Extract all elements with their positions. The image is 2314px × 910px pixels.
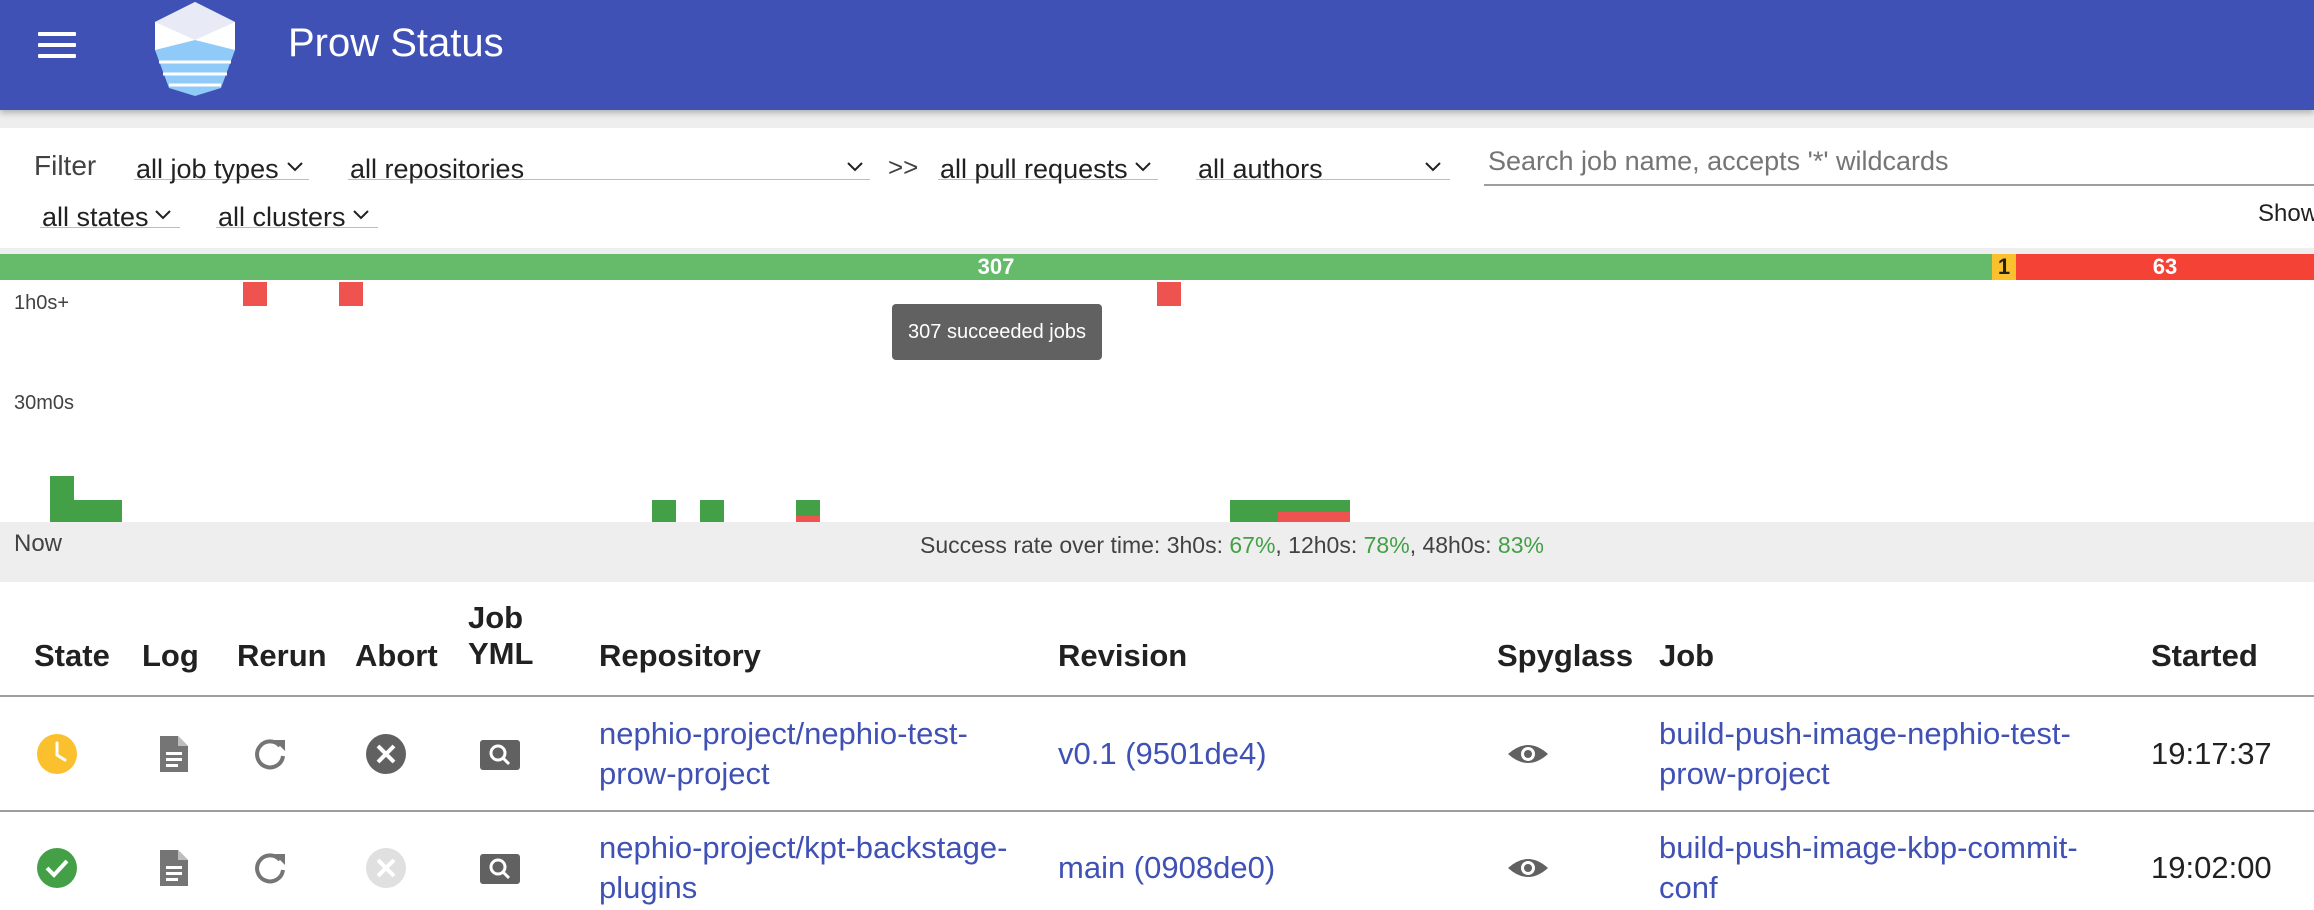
prow-logo	[155, 2, 235, 96]
state-select-value: all states	[42, 202, 149, 232]
job-search-input[interactable]	[1484, 138, 2314, 186]
started-time: 19:17:37	[2151, 736, 2272, 771]
histogram-bar[interactable]	[74, 500, 122, 522]
summary-pending[interactable]: 1	[1992, 254, 2016, 280]
histogram-bar[interactable]	[1157, 282, 1181, 306]
chevron-down-icon	[1425, 162, 1441, 172]
histogram-bar[interactable]	[50, 476, 74, 522]
repository-link[interactable]: nephio-project/kpt-backstage- plugins	[599, 828, 1007, 908]
column-header-abort: Abort	[355, 638, 438, 673]
repository-select-value: all repositories	[350, 154, 525, 184]
job-name-link[interactable]: build-push-image-kbp-commit- conf	[1659, 828, 2078, 908]
column-header-job[interactable]: Job	[1659, 638, 1714, 674]
histogram-bar[interactable]	[243, 282, 267, 306]
column-header-started[interactable]: Started	[2151, 638, 2258, 674]
spyglass-eye-icon[interactable]	[1506, 732, 1550, 776]
cluster-select[interactable]: all clusters	[216, 184, 378, 232]
success-rate-48h: 83%	[1497, 532, 1544, 558]
job-duration-histogram: 1h0s+ 30m0s 307 succeeded jobs	[0, 280, 2314, 522]
table-header-divider	[0, 695, 2314, 697]
chevron-down-icon	[1135, 162, 1151, 172]
histogram-bar[interactable]	[652, 500, 676, 522]
histogram-now-label: Now	[14, 530, 63, 557]
y-axis-mid-label: 30m0s	[14, 392, 75, 414]
job-type-select-value: all job types	[136, 154, 279, 184]
success-rate-prefix: Success rate over time: 3h0s:	[920, 532, 1230, 558]
page-title: Prow Status	[288, 21, 504, 65]
column-header-state[interactable]: State	[34, 638, 110, 674]
filter-label: Filter	[34, 150, 97, 181]
job-yml-search-icon[interactable]	[478, 846, 522, 890]
column-header-spyglass: Spyglass	[1497, 638, 1634, 673]
rerun-icon[interactable]	[248, 846, 292, 890]
revision-link[interactable]: v0.1 (9501de4)	[1058, 734, 1267, 774]
chevron-down-icon	[287, 162, 303, 172]
histogram-bar[interactable]	[339, 282, 363, 306]
show-toggle-label[interactable]: Show	[2258, 200, 2314, 228]
job-summary-bar: 307 1 63	[0, 254, 2314, 280]
job-name-link[interactable]: build-push-image-nephio-test- prow-proje…	[1659, 714, 2071, 794]
abort-icon[interactable]	[364, 732, 408, 776]
pull-request-select[interactable]: all pull requests	[938, 136, 1158, 184]
chevron-down-icon	[847, 162, 863, 172]
revision-link[interactable]: main (0908de0)	[1058, 848, 1275, 888]
log-document-icon[interactable]	[152, 732, 196, 776]
repository-link[interactable]: nephio-project/nephio-test- prow-project	[599, 714, 968, 794]
filter-separator: >>	[888, 152, 919, 182]
success-rate-sep-12h: , 12h0s:	[1275, 532, 1364, 558]
log-document-icon[interactable]	[152, 846, 196, 890]
job-yml-search-icon[interactable]	[478, 732, 522, 776]
chevron-down-icon	[353, 210, 369, 220]
menu-icon[interactable]	[38, 30, 78, 60]
cluster-select-value: all clusters	[218, 202, 346, 232]
histogram-tooltip: 307 succeeded jobs	[892, 304, 1102, 360]
rerun-icon[interactable]	[248, 732, 292, 776]
histogram-bar[interactable]	[700, 500, 724, 522]
column-header-revision[interactable]: Revision	[1058, 638, 1187, 674]
state-select[interactable]: all states	[40, 184, 180, 232]
repository-select[interactable]: all repositories	[348, 136, 870, 184]
success-rate-sep-48h: , 48h0s:	[1409, 532, 1498, 558]
summary-failed[interactable]: 63	[2016, 254, 2314, 280]
column-header-rerun: Rerun	[237, 638, 327, 673]
started-time: 19:02:00	[2151, 850, 2272, 885]
column-header-log: Log	[142, 638, 199, 673]
success-check-icon	[37, 848, 77, 888]
success-rate-3h: 67%	[1229, 532, 1276, 558]
success-rate-summary: Success rate over time: 3h0s: 67%, 12h0s…	[920, 532, 1544, 559]
column-header-repository[interactable]: Repository	[599, 638, 761, 674]
author-select-value: all authors	[1198, 154, 1323, 184]
spyglass-eye-icon[interactable]	[1506, 846, 1550, 890]
pull-request-select-value: all pull requests	[940, 154, 1128, 184]
author-select[interactable]: all authors	[1196, 136, 1450, 184]
column-header-job-yml: Job YML	[468, 600, 534, 671]
abort-icon-disabled	[366, 848, 406, 888]
filter-panel: Filter all job types all repositories >>…	[0, 128, 2314, 248]
summary-succeeded[interactable]: 307	[0, 254, 1992, 280]
histogram-bar[interactable]	[796, 516, 820, 522]
y-axis-top-label: 1h0s+	[14, 292, 70, 314]
pending-clock-icon	[37, 734, 77, 774]
row-divider	[0, 810, 2314, 812]
success-rate-12h: 78%	[1363, 532, 1410, 558]
job-table: State Log Rerun Abort Job YML Repository…	[0, 582, 2314, 910]
histogram-bar[interactable]	[1278, 512, 1350, 522]
top-app-bar: Prow Status	[0, 0, 2314, 110]
chevron-down-icon	[155, 210, 171, 220]
job-type-select[interactable]: all job types	[134, 136, 309, 184]
